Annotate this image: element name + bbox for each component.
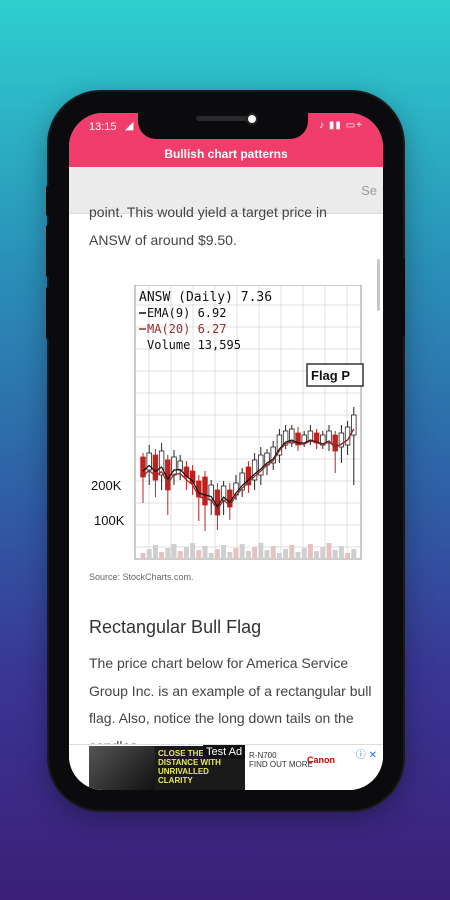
volume-bar (295, 552, 301, 559)
volume-bar (276, 553, 282, 559)
volume-bar (140, 553, 146, 559)
speaker (196, 116, 250, 121)
volume-bar (239, 544, 245, 559)
article-text: point. This would yield a target price i… (89, 204, 327, 220)
search-hint: Se (361, 183, 377, 198)
ad-product-name: R-N700 (249, 751, 277, 760)
section-heading: Rectangular Bull Flag (89, 617, 262, 637)
volume-button (46, 287, 50, 339)
power-button (401, 258, 405, 336)
volume-bar (183, 547, 189, 559)
chart-ma-label: MA(20) 6.27 (147, 322, 226, 336)
volume-bar (283, 549, 289, 559)
volume-bar (252, 547, 258, 559)
chart-title: ANSW (Daily) 7.36 (139, 290, 272, 305)
article-text: ANSW of around $9.50. (89, 232, 237, 248)
vol-tick: 200K (91, 478, 122, 493)
ad-image (89, 746, 155, 790)
candle-body (332, 434, 338, 452)
volume-bar (320, 547, 326, 559)
candle-body (177, 460, 183, 471)
chart-ema-label: EMA(9) 6.92 (147, 306, 226, 320)
volume-bar (289, 545, 295, 559)
volume-bar (245, 551, 251, 559)
flag-label: Flag P (306, 363, 364, 387)
camera-icon (246, 113, 258, 125)
volume-bar (307, 544, 313, 559)
volume-bar (264, 550, 270, 559)
screen: 13:15 ◢ ♪ ▮▮ ▭+ Bullish chart patterns S… (69, 113, 383, 790)
image-source: Source: StockCharts.com. (89, 572, 194, 582)
volume-bar (214, 549, 220, 559)
volume-bar (233, 548, 239, 559)
volume-bar (258, 543, 264, 559)
volume-bar (165, 548, 171, 559)
volume-bar (146, 549, 152, 559)
volume-bar (351, 549, 357, 559)
volume-bar (202, 546, 208, 559)
ad-close-icon[interactable]: ⓘ ✕ (356, 746, 377, 761)
volume-bar (332, 550, 338, 559)
volume-bar (196, 550, 202, 559)
volume-button (46, 225, 50, 277)
candle-body (208, 484, 214, 501)
volume-bar (177, 551, 183, 559)
chart-volume-label: Volume 13,595 (147, 338, 241, 352)
volume-bar (345, 553, 351, 559)
ad-product: R-N700 FIND OUT MORE (249, 751, 313, 769)
candle-body (202, 476, 208, 506)
volume-bar (171, 544, 177, 559)
volume-bar (159, 552, 165, 559)
volume-bar (190, 543, 196, 559)
volume-bar (338, 546, 344, 559)
volume-bar (301, 548, 307, 559)
status-time: 13:15 (89, 121, 117, 133)
volume-bar (270, 546, 276, 559)
candlestick-chart-image: ANSW (Daily) 7.36 EMA(9) 6.92 MA(20) 6.2… (91, 285, 364, 560)
ad-banner[interactable]: CLOSE THE DISTANCE WITH UNRIVALLED CLARI… (69, 744, 383, 790)
volume-bar (208, 553, 214, 559)
status-icons: ♪ ▮▮ ▭+ (319, 120, 363, 131)
scrollbar[interactable] (377, 259, 380, 311)
volume-button (46, 186, 50, 216)
ad-cta[interactable]: FIND OUT MORE (249, 760, 313, 769)
svg-text:Flag P: Flag P (311, 368, 350, 383)
camera-notch (138, 113, 308, 139)
candle-body (214, 489, 221, 516)
app-bar-title: Bullish chart patterns (69, 141, 383, 167)
volume-bar (227, 552, 233, 559)
navigation-icon: ◢ (125, 120, 134, 132)
ad-brand: Canon (307, 755, 335, 765)
volume-bar (152, 545, 158, 559)
volume-bar (314, 551, 320, 559)
volume-bar (326, 543, 332, 559)
volume-bar (221, 545, 227, 559)
vol-tick: 100K (94, 513, 125, 528)
test-ad-badge: Test Ad (203, 745, 246, 759)
